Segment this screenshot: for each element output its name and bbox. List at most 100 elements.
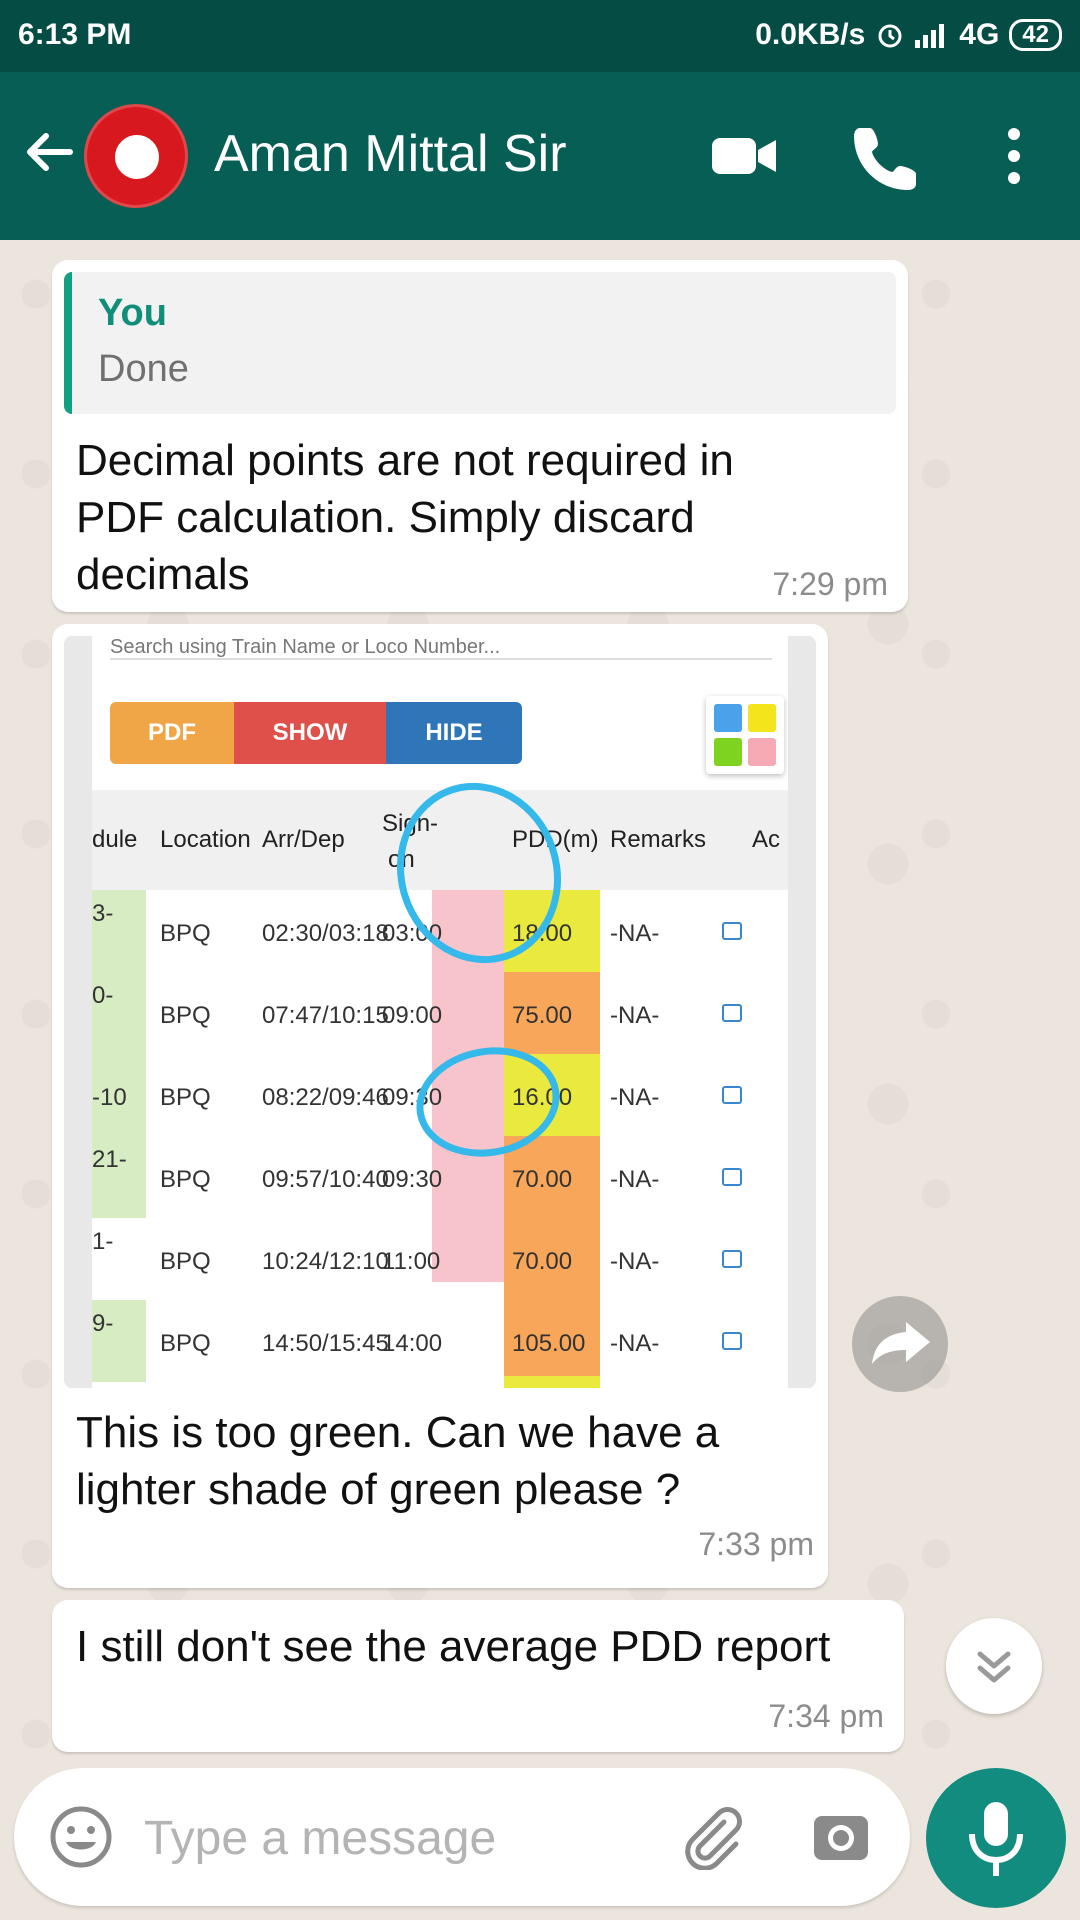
pdf-button: PDF: [110, 702, 234, 764]
double-chevron-down-icon: [977, 1651, 1011, 1683]
screenshot-content: Search using Train Name or Loco Number..…: [92, 636, 788, 1388]
message-line: decimals: [76, 550, 250, 599]
cell-sign-on: 09:30: [382, 1166, 443, 1193]
quote-text: Done: [98, 348, 189, 390]
video-call-icon[interactable]: [708, 120, 780, 192]
header-action: Ac: [752, 826, 781, 853]
status-indicators: 0.0KB/s 4G 42: [755, 18, 1062, 52]
cell-pdd: 105.00: [512, 1330, 586, 1357]
message-text: This is too green. Can we have a lighter…: [76, 1404, 719, 1518]
cell-remarks: -NA-: [610, 1248, 660, 1275]
cell-sign-on: 14:00: [382, 1330, 443, 1357]
cell-pdd: 70.00: [512, 1166, 573, 1193]
message-time: 7:29 pm: [772, 566, 888, 602]
message-input[interactable]: [142, 1802, 666, 1874]
table-row: 9- BPQ 14:50/15:45 14:00 105.00 -NA-: [92, 1300, 788, 1382]
signal-icon: [915, 24, 945, 48]
cell-location: BPQ: [160, 1166, 211, 1193]
back-arrow-icon[interactable]: [20, 122, 80, 182]
cell-location: BPQ: [160, 1330, 211, 1357]
cell-remarks: -NA-: [610, 1330, 660, 1357]
cell-remarks: -NA-: [610, 1084, 660, 1111]
alarm-icon: [878, 24, 902, 48]
cell-schedule: -10: [92, 1084, 127, 1111]
message-line: PDF calculation. Simply discard: [76, 493, 695, 542]
cell-remarks: -NA-: [610, 1002, 660, 1029]
status-bar: 6:13 PM 0.0KB/s 4G 42: [0, 0, 1080, 72]
edit-icon: [722, 1250, 742, 1268]
cell-schedule: 21-: [92, 1146, 127, 1173]
header-location: Location: [160, 826, 251, 853]
message-text: Decimal points are not required in PDF c…: [76, 432, 734, 603]
legend-swatch: [748, 704, 776, 732]
attached-screenshot[interactable]: Search using Train Name or Loco Number..…: [64, 636, 816, 1388]
cell-schedule: 9-: [92, 1310, 114, 1337]
more-vert-icon[interactable]: [978, 120, 1050, 192]
cell-arr-dep: 07:47/10:15: [262, 1002, 389, 1029]
header-schedule: dule: [92, 826, 138, 853]
edit-icon: [722, 922, 742, 940]
header-arr-dep: Arr/Dep: [262, 826, 345, 853]
show-button: SHOW: [234, 702, 386, 764]
cell-arr-dep: 02:30/03:18: [262, 920, 389, 947]
message-time: 7:34 pm: [768, 1698, 884, 1734]
table-row: 0- BPQ 07:47/10:15 09:00 75.00 -NA-: [92, 972, 788, 1054]
legend-swatch: [714, 738, 742, 766]
color-legend: [706, 696, 784, 774]
cell-pdd: 70.00: [512, 1248, 573, 1275]
railway-logo: [109, 129, 165, 185]
cell-arr-dep: 10:24/12:10: [262, 1248, 389, 1275]
legend-swatch: [748, 738, 776, 766]
emoji-icon[interactable]: [48, 1804, 114, 1870]
cell-arr-dep: 09:57/10:40: [262, 1166, 389, 1193]
edit-icon: [722, 1086, 742, 1104]
cell-arr-dep: 08:22/09:46: [262, 1084, 389, 1111]
forward-button[interactable]: [852, 1296, 948, 1392]
camera-icon[interactable]: [808, 1804, 874, 1870]
quoted-reply[interactable]: You Done: [64, 272, 896, 414]
battery-indicator: 42: [1009, 19, 1062, 51]
scroll-down-button[interactable]: [946, 1618, 1042, 1714]
edit-icon: [722, 1168, 742, 1186]
microphone-icon: [969, 1802, 1023, 1876]
table-row: 21- BPQ 09:57/10:40 09:30 70.00 -NA-: [92, 1136, 788, 1218]
forward-icon: [872, 1322, 930, 1364]
edit-icon: [722, 1332, 742, 1350]
mic-button[interactable]: [926, 1768, 1066, 1908]
contact-name[interactable]: Aman Mittal Sir: [214, 124, 567, 184]
cell-location: BPQ: [160, 1002, 211, 1029]
cell-schedule: 3-: [92, 900, 114, 927]
cell-sign-on: 11:00: [382, 1248, 441, 1275]
message-line: I still don't see the average PDD report: [76, 1622, 831, 1671]
chat-area[interactable]: You Done Decimal points are not required…: [0, 240, 1080, 1760]
cell-pdd: 75.00: [512, 1002, 573, 1029]
cell-location: BPQ: [160, 1248, 211, 1275]
message-line: Decimal points are not required in: [76, 436, 734, 485]
cell-arr-dep: 14:50/15:45: [262, 1330, 389, 1357]
attach-icon[interactable]: [678, 1804, 744, 1870]
message-line: lighter shade of green please ?: [76, 1465, 681, 1514]
avatar[interactable]: [84, 104, 188, 208]
network-speed: 0.0KB/s: [755, 18, 866, 51]
message-time: 7:33 pm: [698, 1526, 814, 1562]
phone-icon[interactable]: [852, 120, 924, 192]
cell-sign-on: 09:00: [382, 1002, 443, 1029]
message-composer: [14, 1768, 910, 1906]
status-time: 6:13 PM: [18, 18, 132, 51]
quote-author: You: [98, 292, 167, 334]
screenshot-search: Search using Train Name or Loco Number..…: [110, 636, 772, 660]
cell-location: BPQ: [160, 1084, 211, 1111]
table-row: 1- BPQ 10:24/12:10 11:00 70.00 -NA-: [92, 1218, 788, 1300]
cell-remarks: -NA-: [610, 920, 660, 947]
message-line: This is too green. Can we have a: [76, 1408, 720, 1457]
cell-remarks: -NA-: [610, 1166, 660, 1193]
chat-header: Aman Mittal Sir: [0, 72, 1080, 240]
cell-location: BPQ: [160, 920, 211, 947]
edit-icon: [722, 1004, 742, 1022]
message-bubble[interactable]: You Done Decimal points are not required…: [52, 260, 908, 612]
screenshot-button-group: PDF SHOW HIDE: [110, 702, 522, 764]
network-type: 4G: [959, 18, 1000, 51]
message-bubble[interactable]: I still don't see the average PDD report…: [52, 1600, 904, 1752]
image-message-bubble[interactable]: Search using Train Name or Loco Number..…: [52, 624, 828, 1588]
legend-swatch: [714, 704, 742, 732]
